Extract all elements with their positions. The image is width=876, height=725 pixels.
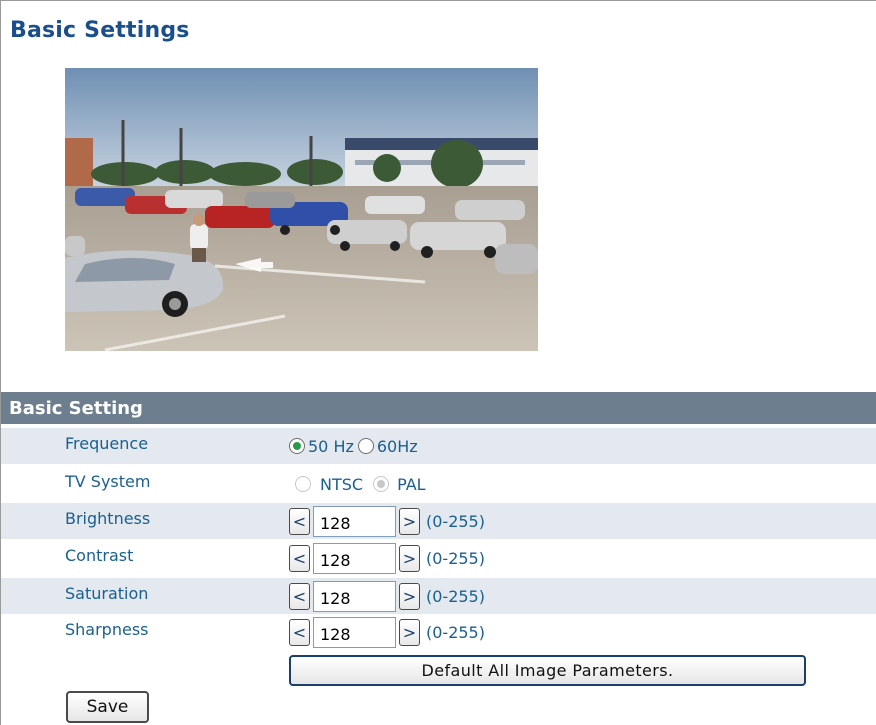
section-header-basic-setting: Basic Setting xyxy=(1,392,876,424)
camera-preview-image xyxy=(65,68,538,351)
saturation-input[interactable] xyxy=(313,580,396,612)
saturation-increase-button[interactable]: > xyxy=(399,582,420,610)
tv-system-pal-label: PAL xyxy=(397,474,426,494)
saturation-row: Saturation < > (0-255) xyxy=(1,578,876,614)
frequence-50hz-radio[interactable] xyxy=(289,438,305,454)
saturation-decrease-button[interactable]: < xyxy=(289,582,310,610)
contrast-label: Contrast xyxy=(65,546,134,565)
frequence-60hz-label: 60Hz xyxy=(376,436,418,456)
frequence-60hz-radio[interactable] xyxy=(357,438,374,454)
contrast-decrease-button[interactable]: < xyxy=(289,544,310,572)
brightness-increase-button[interactable]: > xyxy=(399,507,420,535)
contrast-increase-button[interactable]: > xyxy=(399,544,420,572)
save-button[interactable]: Save xyxy=(66,691,149,723)
frequence-options: 50 Hz 60Hz xyxy=(289,428,422,464)
brightness-label: Brightness xyxy=(65,509,151,528)
sharpness-increase-button[interactable]: > xyxy=(399,618,420,646)
page-title: Basic Settings xyxy=(10,18,190,43)
tv-system-pal-radio xyxy=(373,476,390,492)
frequence-row: Frequence 50 Hz 60Hz xyxy=(1,428,876,464)
tv-system-label: TV System xyxy=(65,472,151,491)
sharpness-decrease-button[interactable]: < xyxy=(289,618,310,646)
saturation-range: (0-255) xyxy=(426,586,485,606)
sharpness-stepper: < > (0-255) xyxy=(289,614,485,650)
frame-top-border xyxy=(0,0,876,1)
saturation-label: Saturation xyxy=(65,584,149,603)
brightness-decrease-button[interactable]: < xyxy=(289,507,310,535)
sharpness-label: Sharpness xyxy=(65,620,149,639)
contrast-stepper: < > (0-255) xyxy=(289,540,485,576)
tv-system-ntsc-label: NTSC xyxy=(320,474,364,494)
tv-system-options: NTSC PAL xyxy=(295,466,430,502)
brightness-stepper: < > (0-255) xyxy=(289,503,485,539)
frequence-label: Frequence xyxy=(65,434,149,453)
brightness-range: (0-255) xyxy=(426,511,485,531)
default-all-image-parameters-button[interactable]: Default All Image Parameters. xyxy=(289,655,806,686)
tv-system-row: TV System NTSC PAL xyxy=(1,466,876,502)
frequence-50hz-label: 50 Hz xyxy=(308,436,354,456)
tv-system-ntsc-radio xyxy=(295,476,311,492)
brightness-input[interactable] xyxy=(313,505,396,537)
contrast-row: Contrast < > (0-255) xyxy=(1,540,876,576)
brightness-row: Brightness < > (0-255) xyxy=(1,503,876,539)
contrast-input[interactable] xyxy=(313,542,396,574)
contrast-range: (0-255) xyxy=(426,548,485,568)
sharpness-row: Sharpness < > (0-255) xyxy=(1,614,876,650)
saturation-stepper: < > (0-255) xyxy=(289,578,485,614)
sharpness-input[interactable] xyxy=(313,616,396,648)
sharpness-range: (0-255) xyxy=(426,622,485,642)
